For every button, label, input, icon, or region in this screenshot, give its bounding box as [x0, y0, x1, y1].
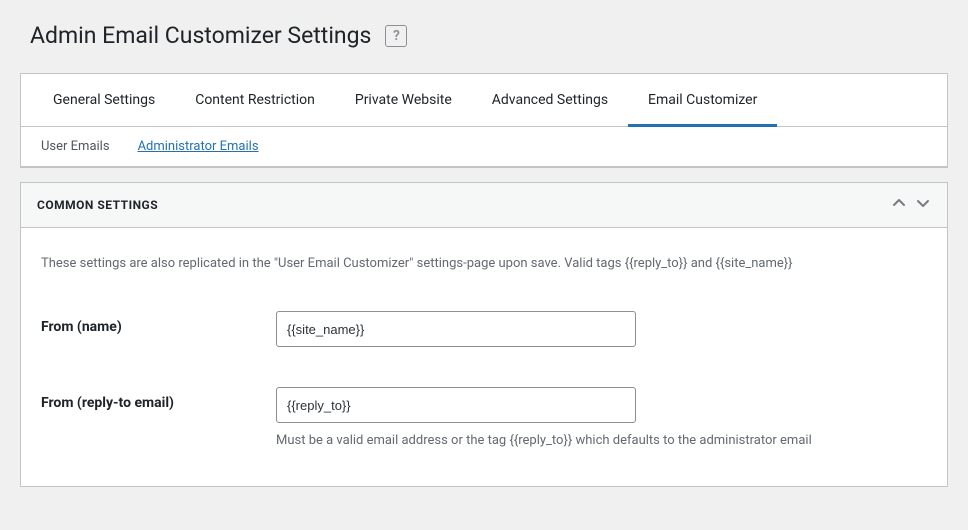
tabs-secondary: User Emails Administrator Emails	[21, 127, 947, 167]
page-title: Admin Email Customizer Settings	[30, 22, 371, 49]
from-name-input[interactable]	[276, 311, 636, 347]
section-body: These settings are also replicated in th…	[20, 228, 948, 487]
tabs-panel: General Settings Content Restriction Pri…	[20, 73, 948, 168]
subtab-user-emails[interactable]: User Emails	[41, 139, 110, 154]
from-name-label: From (name)	[41, 311, 276, 335]
section-header: COMMON SETTINGS	[20, 182, 948, 228]
tab-email-customizer[interactable]: Email Customizer	[628, 74, 777, 127]
chevron-up-icon[interactable]	[891, 195, 907, 215]
subtab-administrator-emails[interactable]: Administrator Emails	[138, 139, 259, 154]
tab-private-website[interactable]: Private Website	[335, 74, 472, 127]
field-from-name: From (name)	[41, 311, 927, 347]
tab-general-settings[interactable]: General Settings	[33, 74, 175, 127]
tab-content-restriction[interactable]: Content Restriction	[175, 74, 335, 127]
from-reply-input[interactable]	[276, 387, 636, 423]
help-icon[interactable]: ?	[385, 25, 407, 47]
from-reply-label: From (reply-to email)	[41, 387, 276, 411]
tab-advanced-settings[interactable]: Advanced Settings	[472, 74, 628, 127]
section-description: These settings are also replicated in th…	[41, 256, 927, 271]
from-reply-help: Must be a valid email address or the tag…	[276, 433, 927, 448]
field-from-reply: From (reply-to email) Must be a valid em…	[41, 387, 927, 448]
chevron-down-icon[interactable]	[915, 195, 931, 215]
section-toggle-icons	[891, 195, 931, 215]
tabs-primary: General Settings Content Restriction Pri…	[21, 74, 947, 127]
section-title: COMMON SETTINGS	[37, 198, 158, 212]
